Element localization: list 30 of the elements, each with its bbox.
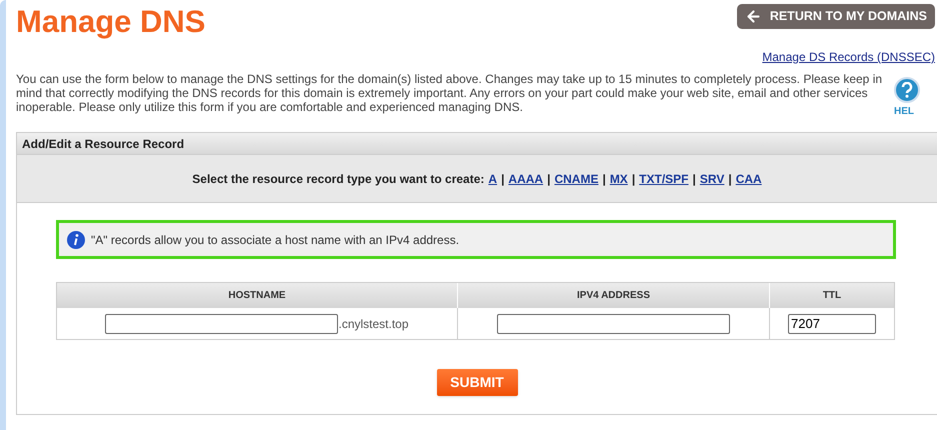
help-label[interactable]: HEL: [894, 104, 914, 119]
separator: |: [547, 170, 550, 188]
separator: |: [692, 170, 696, 188]
ipv4-field[interactable]: [497, 314, 730, 334]
type-prompt: Select the resource record type you want to create:: [192, 170, 484, 188]
help-icon[interactable]: [894, 77, 920, 103]
panel-title: Add/Edit a Resource Record: [22, 136, 184, 152]
info-icon: [67, 230, 85, 248]
separator: |: [632, 170, 636, 188]
separator: |: [602, 170, 606, 188]
record-type-link[interactable]: A: [488, 170, 498, 188]
record-type-link[interactable]: TXT/SPF: [639, 170, 689, 188]
info-text: "A" records allow you to associate a host name with an IPv4 address.: [91, 232, 460, 248]
hostname-field[interactable]: [105, 314, 338, 334]
column-header: IPV4 ADDRESS: [458, 283, 770, 308]
ttl-field[interactable]: 7207: [788, 314, 876, 334]
intro-paragraph: You can use the form below to manage the DNS settings for the domain(s) listed above. Changes may take up to 15 minutes to completely process. Please keep in mind that correctly modifying the DNS records for this domain is extremely important. Any errors on your part could make your web site, email and other services inoperable. Please only utilize this form if you are comfortable and experienced managing DNS.: [16, 72, 884, 116]
record-type-link[interactable]: SRV: [700, 170, 724, 188]
record-type-link[interactable]: MX: [610, 170, 628, 188]
hostname-suffix: .cnylstest.top: [338, 316, 409, 332]
column-header: TTL: [822, 289, 842, 303]
record-type-link[interactable]: CNAME: [554, 170, 598, 188]
return-button[interactable]: RETURN TO MY DOMAINS: [736, 4, 935, 29]
page-title: Manage DNS: [16, 6, 206, 37]
record-type-link[interactable]: CAA: [736, 170, 762, 188]
record-type-link[interactable]: AAAA: [508, 170, 544, 188]
separator: |: [728, 170, 732, 188]
dnssec-link[interactable]: Manage DS Records (DNSSEC): [762, 48, 935, 66]
column-header: HOSTNAME: [57, 283, 458, 308]
separator: |: [501, 170, 504, 188]
